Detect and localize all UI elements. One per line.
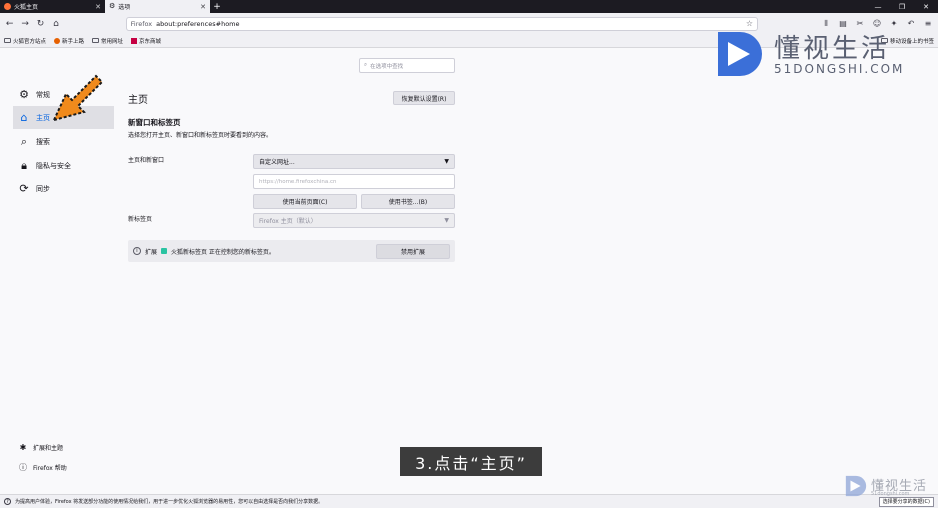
firefox-help-link[interactable]: ⓘ Firefox 帮助 (19, 462, 67, 473)
select-value: Firefox 主页（默认） (259, 218, 317, 225)
notice-prefix: 扩展 (145, 248, 158, 256)
account-icon[interactable]: ☺ (871, 19, 883, 29)
sidebar-item-label: 常规 (36, 90, 50, 99)
bookmark-label: 火狐官方站点 (13, 38, 47, 45)
sidebar-item-search[interactable]: ⌕ 搜索 (13, 130, 114, 153)
notice-text: 火狐新标签页 正在控制您的新标签页。 (171, 248, 275, 256)
homepage-select[interactable]: 自定义网址... ▼ (253, 154, 455, 169)
bookmark-label: 新手上路 (62, 38, 85, 45)
gear-icon: ⚙ (109, 2, 116, 10)
sidebar-item-privacy[interactable]: 🔒︎ 隐私与安全 (13, 154, 114, 177)
undo-icon[interactable]: ↶ (905, 19, 917, 29)
pointer-arrow-icon (52, 74, 104, 122)
watermark-mark-icon (845, 475, 867, 497)
sidebar-item-sync[interactable]: ⟳ 同步 (13, 177, 114, 200)
puzzle-icon: ✱ (19, 443, 27, 452)
home-icon: ⌂ (20, 111, 28, 124)
sync-icon: ⟳ (19, 182, 29, 195)
extensions-icon[interactable]: ✦ (888, 19, 900, 29)
bookmark-item[interactable]: 京东商城 (131, 37, 161, 45)
sidebar-item-label: 主页 (36, 113, 50, 122)
search-input[interactable]: ⌕ 在选项中查找 (359, 58, 455, 73)
watermark-logo-small: 懂视生活 51dongshi.com (844, 474, 938, 500)
use-bookmark-button[interactable]: 使用书签...(B) (361, 194, 455, 209)
toolbar-icons: ⫴ ▤ ✂ ☺ ✦ ↶ ≡ (820, 19, 934, 29)
chevron-down-icon: ▼ (444, 217, 449, 224)
notification-message: 为提高用户体验，Firefox 将发送部分功能的使用情况给我们，用于进一步优化火… (15, 499, 324, 505)
watermark-domain: 51dongshi.com (871, 491, 910, 497)
gear-icon: ⚙ (19, 88, 29, 101)
search-icon: ⌕ (364, 62, 368, 68)
preferences-page: ⌕ 在选项中查找 ⚙ 常规 ⌂ 主页 ⌕ 搜索 🔒︎ 隐私与安全 ⟳ 同步 ✱ … (0, 48, 938, 494)
back-icon[interactable]: ← (4, 18, 15, 30)
tab-options[interactable]: ⚙ 选项 ✕ (105, 0, 210, 13)
watermark-domain: 51DONGSHI.COM (774, 62, 905, 76)
sidebar-icon[interactable]: ▤ (837, 19, 849, 29)
section-title: 新窗口和标签页 (128, 118, 181, 127)
jd-icon (131, 37, 138, 44)
minimize-icon[interactable]: — (866, 0, 890, 13)
bookmark-label: 京东商城 (139, 38, 162, 45)
extensions-themes-link[interactable]: ✱ 扩展和主题 (19, 443, 63, 452)
extension-control-notice: i 扩展 火狐新标签页 正在控制您的新标签页。 禁用扩展 (128, 240, 455, 262)
search-placeholder: 在选项中查找 (370, 63, 404, 70)
folder-icon (4, 38, 11, 43)
screenshot-icon[interactable]: ✂ (854, 19, 866, 29)
sidebar-item-label: 隐私与安全 (36, 161, 71, 170)
folder-icon (92, 38, 100, 43)
close-icon[interactable]: ✕ (95, 3, 101, 11)
disable-extension-button[interactable]: 禁用扩展 (376, 243, 450, 259)
new-tab-button[interactable]: + (210, 0, 224, 13)
notification-bar: ? 为提高用户体验，Firefox 将发送部分功能的使用情况给我们，用于进一步优… (0, 494, 938, 508)
sidebar-item-label: 搜索 (36, 137, 50, 146)
bookmark-item[interactable]: 火狐官方站点 (4, 37, 46, 45)
extension-icon (161, 248, 168, 254)
url-bar[interactable]: Firefox about:preferences#home ☆ (125, 16, 759, 31)
bookmark-label: 常用网址 (101, 38, 124, 45)
help-icon: ? (4, 498, 11, 505)
watermark-logo: 懂视生活 51DONGSHI.COM (714, 28, 904, 84)
firefox-icon (54, 37, 61, 44)
sidebar-item-label: 同步 (36, 184, 50, 193)
link-label: Firefox 帮助 (33, 465, 67, 472)
help-icon: ⓘ (19, 463, 27, 472)
star-icon[interactable]: ☆ (746, 19, 753, 28)
close-window-icon[interactable]: ✕ (914, 0, 938, 13)
watermark-name: 懂视生活 (774, 34, 891, 64)
watermark-mark-icon (718, 32, 762, 76)
page-title: 主页 (128, 95, 148, 106)
homepage-url-input[interactable]: https://home.firefoxchina.cn (253, 174, 455, 189)
url-text[interactable]: about:preferences#home (156, 20, 742, 28)
tab-title: 火狐主页 (14, 4, 39, 11)
link-label: 扩展和主题 (33, 445, 64, 452)
library-icon[interactable]: ⫴ (820, 19, 832, 29)
home-icon[interactable]: ⌂ (50, 18, 61, 30)
use-current-page-button[interactable]: 使用当前页面(C) (253, 194, 357, 209)
reload-icon[interactable]: ↻ (35, 18, 46, 30)
select-value: 自定义网址... (259, 159, 295, 166)
forward-icon[interactable]: → (19, 18, 30, 30)
menu-icon[interactable]: ≡ (922, 19, 934, 29)
tab-strip: 火狐主页 ✕ ⚙ 选项 ✕ + — ❐ ✕ (0, 0, 938, 13)
step-caption: 3.点击“主页” (400, 447, 542, 476)
bookmark-item[interactable]: 新手上路 (54, 37, 84, 45)
chevron-down-icon: ▼ (444, 158, 449, 165)
search-icon: ⌕ (20, 135, 28, 148)
tab-firefox-home[interactable]: 火狐主页 ✕ (0, 0, 105, 13)
section-description: 选择您打开主页、新窗口和新标签页时要看到的内容。 (128, 132, 273, 139)
bookmark-item[interactable]: 常用网址 (92, 37, 123, 45)
info-icon: i (133, 247, 141, 255)
restore-icon[interactable]: ❐ (890, 0, 914, 13)
firefox-icon (4, 3, 11, 10)
newtab-label: 新标签页 (128, 216, 153, 223)
tab-title: 选项 (118, 4, 131, 11)
newtab-select[interactable]: Firefox 主页（默认） ▼ (253, 213, 455, 228)
plus-icon: + (213, 1, 221, 12)
restore-defaults-button[interactable]: 恢复默认设置(R) (393, 91, 455, 105)
homepage-label: 主页和新窗口 (128, 157, 165, 164)
window-controls: — ❐ ✕ (866, 0, 938, 13)
identity-label: Firefox (130, 19, 153, 28)
close-icon[interactable]: ✕ (200, 3, 206, 11)
lock-icon: 🔒︎ (21, 159, 27, 172)
